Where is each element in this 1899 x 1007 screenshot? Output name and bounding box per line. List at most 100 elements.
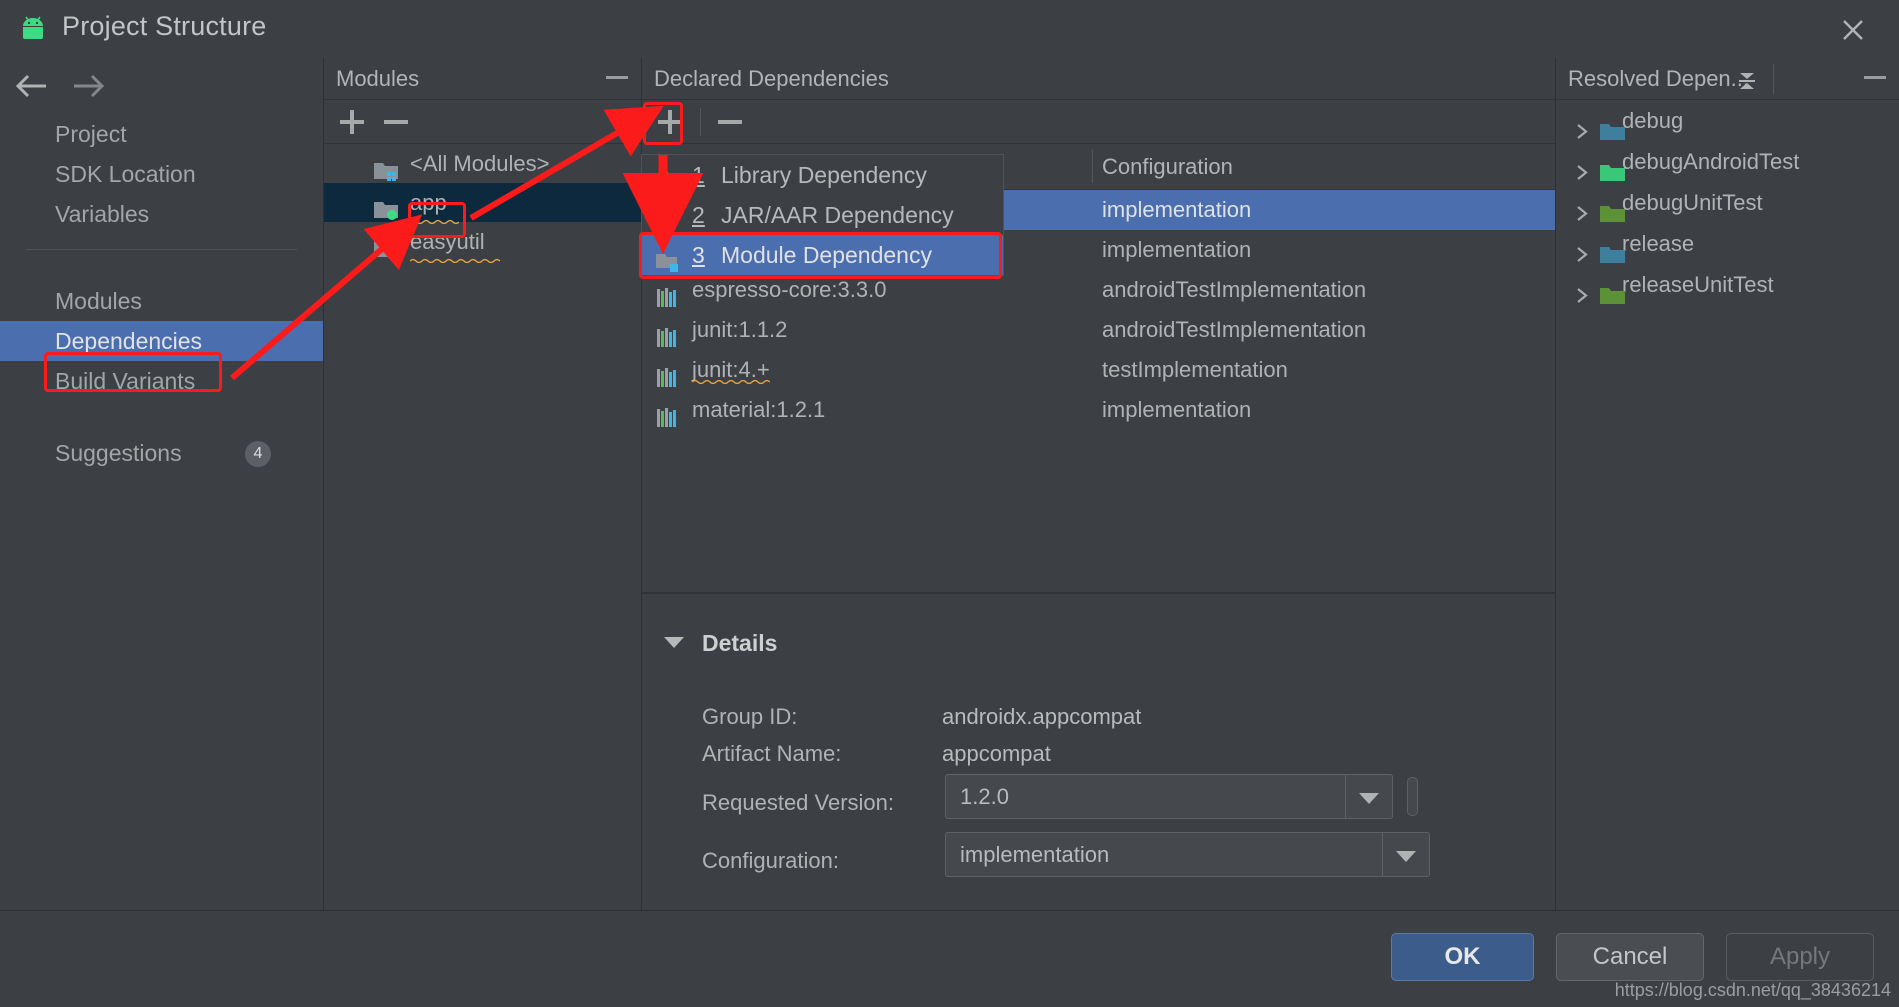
chevron-down-icon[interactable] xyxy=(1345,775,1392,818)
chevron-right-icon[interactable] xyxy=(1574,153,1590,180)
dependency-name: espresso-core:3.3.0 xyxy=(692,277,887,302)
sidebar-item-label: Dependencies xyxy=(55,328,203,354)
android-robot-icon xyxy=(18,16,48,42)
details-title: Details xyxy=(702,630,778,656)
dependency-configuration: implementation xyxy=(1102,237,1252,262)
chevron-right-icon[interactable] xyxy=(1574,112,1590,139)
artifact-name-value: appcompat xyxy=(942,741,1051,766)
library-icon xyxy=(656,361,682,387)
add-module-button[interactable] xyxy=(338,108,366,136)
window-title: Project Structure xyxy=(62,11,267,41)
sidebar-item-sdk-location[interactable]: SDK Location xyxy=(0,154,323,194)
table-row[interactable]: material:1.2.1 implementation xyxy=(642,390,1555,430)
cancel-button[interactable]: Cancel xyxy=(1556,933,1704,981)
menu-item-library-dependency[interactable]: 1 Library Dependency xyxy=(642,155,1003,195)
list-item-label: debugUnitTest xyxy=(1622,190,1763,215)
sidebar-item-modules[interactable]: Modules xyxy=(0,281,323,321)
suggestions-badge: 4 xyxy=(245,441,271,467)
chevron-down-icon[interactable] xyxy=(1382,833,1429,876)
library-icon xyxy=(656,165,682,192)
chevron-right-icon[interactable] xyxy=(1574,194,1590,221)
menu-item-number: 3 xyxy=(692,242,705,268)
collapse-all-icon[interactable] xyxy=(1734,66,1760,92)
sidebar-item-label: SDK Location xyxy=(55,161,196,187)
dependency-configuration: testImplementation xyxy=(1102,357,1288,382)
modules-panel-header: Modules xyxy=(324,58,641,100)
all-modules-folder-icon xyxy=(374,154,398,181)
resolved-dependencies-header: Resolved Depen... xyxy=(1556,58,1899,100)
table-row[interactable]: junit:1.1.2 androidTestImplementation xyxy=(642,310,1555,350)
remove-dependency-button[interactable] xyxy=(716,108,744,136)
sidebar-item-project[interactable]: Project xyxy=(0,114,323,154)
details-divider xyxy=(642,593,1555,594)
close-icon[interactable] xyxy=(1833,10,1873,50)
header-divider xyxy=(1773,64,1774,94)
group-id-value: androidx.appcompat xyxy=(942,704,1142,729)
menu-item-module-dependency[interactable]: 3 Module Dependency xyxy=(642,235,1003,275)
resolved-tree: debug debugAndroidTest debugUnitTest rel… xyxy=(1556,100,1899,305)
declared-dependencies-header: Declared Dependencies xyxy=(642,58,1555,100)
ok-button[interactable]: OK xyxy=(1391,933,1534,981)
artifact-name-label: Artifact Name: xyxy=(702,741,842,766)
modules-panel-title: Modules xyxy=(336,66,420,91)
dependency-configuration: implementation xyxy=(1102,397,1252,422)
column-header-configuration[interactable]: Configuration xyxy=(1102,144,1233,189)
resolved-dependencies-title: Resolved Depen... xyxy=(1568,66,1749,91)
dependency-name: junit:4.+ xyxy=(692,357,770,384)
column-divider[interactable] xyxy=(1092,150,1093,183)
configuration-combo[interactable]: implementation xyxy=(945,832,1430,877)
list-item[interactable]: release xyxy=(1556,223,1899,264)
add-dependency-menu: 1 Library Dependency 2 JAR/AAR Dependenc… xyxy=(641,154,1004,276)
chevron-right-icon[interactable] xyxy=(1574,235,1590,262)
sidebar-item-label: Project xyxy=(55,121,127,147)
sidebar-item-label: Suggestions xyxy=(55,440,182,466)
sidebar-spacer xyxy=(0,249,323,281)
jar-aar-icon xyxy=(656,205,682,233)
list-item-label: debugAndroidTest xyxy=(1622,149,1800,174)
dependency-name: junit:1.1.2 xyxy=(692,317,788,342)
sidebar-item-build-variants[interactable]: Build Variants xyxy=(0,361,323,401)
list-item[interactable]: debug xyxy=(1556,100,1899,141)
chevron-down-icon[interactable] xyxy=(664,637,684,648)
list-item[interactable]: debugAndroidTest xyxy=(1556,141,1899,182)
configuration-label: Configuration: xyxy=(702,848,839,873)
sidebar-nav-list: Project SDK Location Variables Modules D… xyxy=(0,114,323,473)
add-dependency-button[interactable] xyxy=(656,108,684,136)
tree-row[interactable]: <All Modules> xyxy=(324,144,641,183)
tree-row[interactable]: app xyxy=(324,183,641,224)
tree-row[interactable]: easyutil xyxy=(324,222,641,263)
title-bar: Project Structure xyxy=(0,0,1899,59)
group-id-label: Group ID: xyxy=(702,704,798,729)
apply-button[interactable]: Apply xyxy=(1726,933,1874,981)
tree-row-label: easyutil xyxy=(410,222,500,263)
sidebar-item-dependencies[interactable]: Dependencies xyxy=(0,321,323,361)
sidebar-item-suggestions[interactable]: Suggestions 4 xyxy=(0,433,323,473)
minimize-icon[interactable] xyxy=(606,76,628,79)
list-item[interactable]: debugUnitTest xyxy=(1556,182,1899,223)
declared-dependencies-toolbar xyxy=(642,100,1555,144)
table-row[interactable]: espresso-core:3.3.0 androidTestImplement… xyxy=(642,270,1555,310)
arrow-right-icon[interactable] xyxy=(68,70,108,102)
arrow-left-icon[interactable] xyxy=(12,70,52,102)
remove-module-button[interactable] xyxy=(382,108,410,136)
app-module-folder-icon xyxy=(374,193,398,220)
left-sidebar: Project SDK Location Variables Modules D… xyxy=(0,58,324,910)
list-item-label: release xyxy=(1622,231,1695,256)
version-range-indicator xyxy=(1407,777,1418,816)
sidebar-item-label: Build Variants xyxy=(55,368,196,394)
library-icon xyxy=(656,321,682,347)
library-icon xyxy=(656,281,682,307)
table-row[interactable]: junit:4.+ testImplementation xyxy=(642,350,1555,390)
menu-item-number: 2 xyxy=(692,202,705,228)
menu-item-jar-aar-dependency[interactable]: 2 JAR/AAR Dependency xyxy=(642,195,1003,235)
minimize-icon[interactable] xyxy=(1864,76,1886,79)
chevron-right-icon[interactable] xyxy=(1574,276,1590,303)
modules-tree: <All Modules> app easyutil xyxy=(324,144,641,263)
sidebar-item-label: Modules xyxy=(55,288,142,314)
list-item[interactable]: releaseUnitTest xyxy=(1556,264,1899,305)
sidebar-item-variables[interactable]: Variables xyxy=(0,194,323,234)
sidebar-divider xyxy=(26,249,297,250)
folder-icon xyxy=(1600,153,1625,181)
requested-version-combo[interactable]: 1.2.0 xyxy=(945,774,1393,819)
